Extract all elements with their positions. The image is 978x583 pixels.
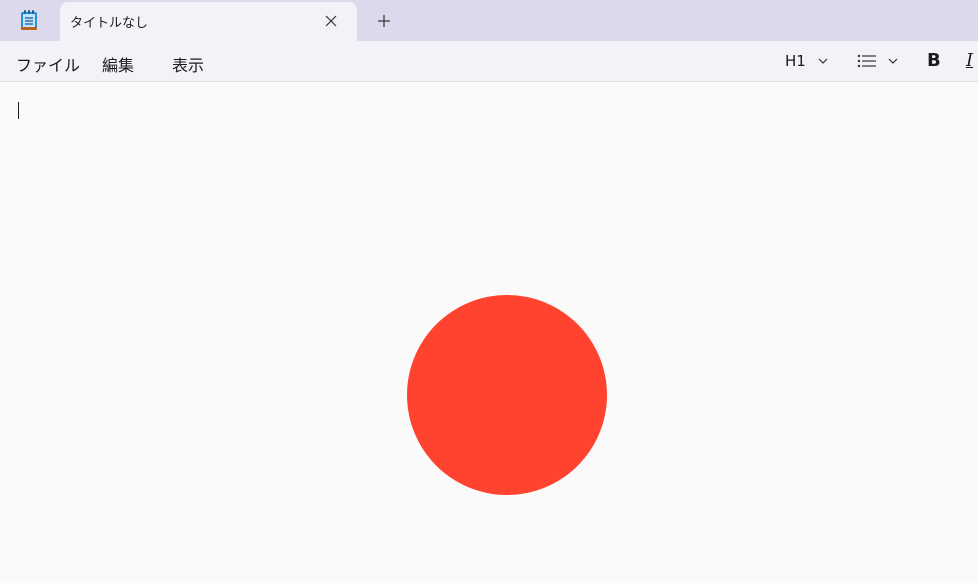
heading-label: H1 bbox=[785, 52, 806, 70]
menu-file[interactable]: ファイル bbox=[16, 52, 80, 76]
tab-title: タイトルなし bbox=[70, 16, 149, 31]
red-circle-shape bbox=[407, 295, 607, 495]
menu-bar: ファイル 編集 表示 H1 B I bbox=[0, 41, 978, 82]
menu-view[interactable]: 表示 bbox=[172, 52, 204, 76]
menu-edit[interactable]: 編集 bbox=[102, 52, 134, 76]
list-dropdown[interactable] bbox=[857, 50, 898, 72]
heading-dropdown[interactable]: H1 bbox=[785, 50, 828, 72]
document-tab[interactable]: タイトルなし bbox=[60, 2, 357, 41]
list-icon bbox=[857, 54, 876, 68]
chevron-down-icon bbox=[818, 58, 828, 64]
chevron-down-icon bbox=[888, 58, 898, 64]
italic-button[interactable]: I bbox=[966, 50, 973, 71]
editor-area[interactable] bbox=[0, 82, 978, 583]
text-caret bbox=[18, 102, 19, 119]
close-icon[interactable] bbox=[322, 12, 340, 30]
bold-button[interactable]: B bbox=[927, 50, 941, 71]
plus-icon[interactable] bbox=[374, 11, 394, 31]
tab-bar: タイトルなし bbox=[0, 0, 978, 41]
notepad-icon bbox=[19, 9, 39, 31]
